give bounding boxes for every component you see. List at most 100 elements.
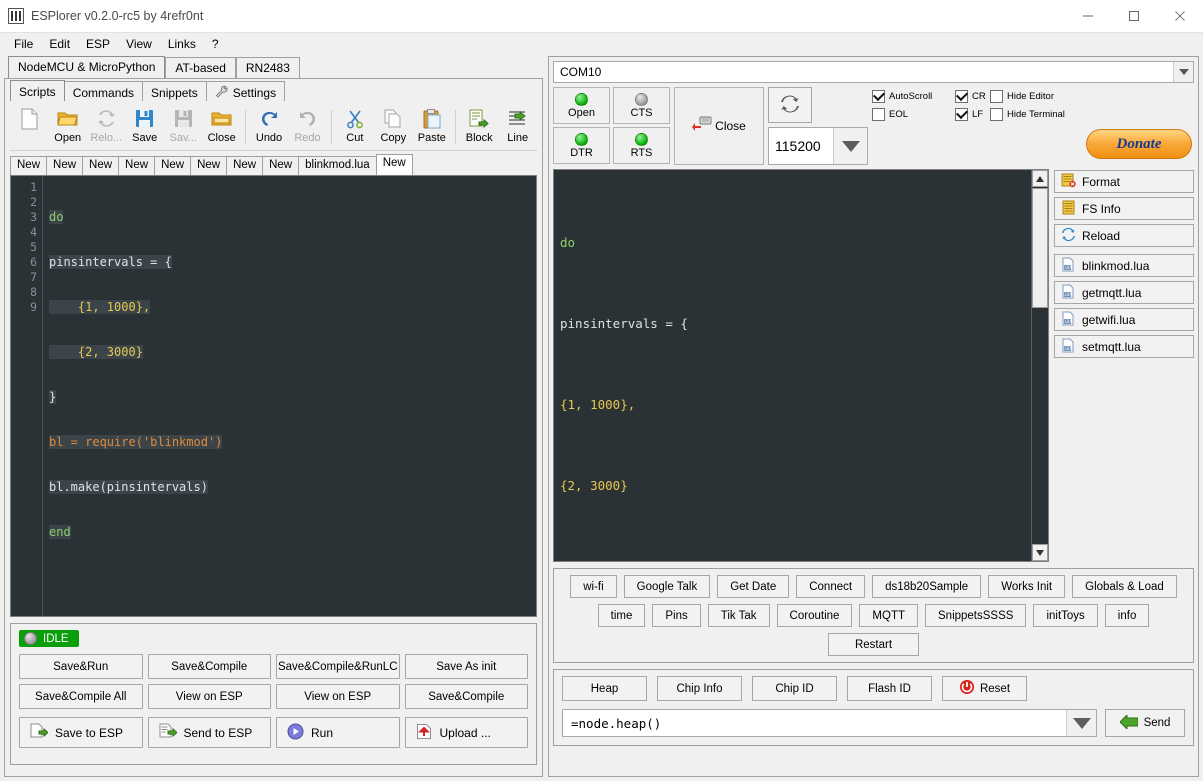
menu-view[interactable]: View <box>118 35 160 53</box>
chevron-down-icon[interactable] <box>1173 62 1193 82</box>
tab-rn2483[interactable]: RN2483 <box>235 57 300 78</box>
snippet-ds18b20sample[interactable]: ds18b20Sample <box>872 575 982 598</box>
script-tab-4[interactable]: New <box>118 156 156 175</box>
reset-button[interactable]: Reset <box>942 676 1027 701</box>
save-and-run-button[interactable]: Save&Run <box>19 654 143 679</box>
code-editor[interactable]: 1 2 3 4 5 6 7 8 9 do pinsintervals = { {… <box>10 175 537 617</box>
tab-settings[interactable]: Settings <box>205 81 286 101</box>
view-on-esp-button-1[interactable]: View on ESP <box>147 684 271 709</box>
cr-checkbox[interactable] <box>955 90 968 103</box>
snippet-inittoys[interactable]: initToys <box>1033 604 1098 627</box>
script-tab-blinkmod[interactable]: blinkmod.lua <box>298 156 377 175</box>
snippet-time[interactable]: time <box>597 604 646 627</box>
send-block-button[interactable]: Block <box>460 104 498 150</box>
open-button[interactable]: Open <box>48 104 86 150</box>
led-open[interactable]: Open <box>553 87 610 124</box>
baud-rate-select[interactable]: 115200 <box>768 127 868 165</box>
save-to-esp-button[interactable]: Save to ESP <box>19 717 143 748</box>
snippet-snippetssss[interactable]: SnippetsSSSS <box>925 604 1027 627</box>
scroll-up-icon[interactable] <box>1032 170 1048 187</box>
close-connection-button[interactable]: Close <box>674 87 764 165</box>
format-button[interactable]: Format <box>1054 170 1194 193</box>
lf-checkbox[interactable] <box>955 108 968 121</box>
save-as-button[interactable]: Sav... <box>164 104 202 150</box>
send-to-esp-button[interactable]: Send to ESP <box>147 717 271 748</box>
paste-button[interactable]: Paste <box>413 104 451 150</box>
tab-at-based[interactable]: AT-based <box>165 57 236 78</box>
hide-editor-checkbox[interactable] <box>990 90 1003 103</box>
copy-button[interactable]: Copy <box>374 104 412 150</box>
send-line-button[interactable]: Line <box>498 104 536 150</box>
cut-button[interactable]: Cut <box>336 104 374 150</box>
reload-button[interactable]: Relo... <box>87 104 125 150</box>
file-setmqtt-lua[interactable]: LUA setmqtt.lua <box>1054 335 1194 358</box>
tab-commands[interactable]: Commands <box>63 81 144 101</box>
refresh-ports-button[interactable] <box>768 87 812 123</box>
script-tab-new-active[interactable]: New <box>375 154 413 175</box>
view-on-esp-button-2[interactable]: View on ESP <box>276 684 400 709</box>
menu-file[interactable]: File <box>6 35 41 53</box>
hide-terminal-checkbox[interactable] <box>990 108 1003 121</box>
script-tab-7[interactable]: New <box>226 156 264 175</box>
led-dtr[interactable]: DTR <box>553 127 610 164</box>
script-tab-5[interactable]: New <box>154 156 192 175</box>
chip-id-button[interactable]: Chip ID <box>752 676 837 701</box>
tab-snippets[interactable]: Snippets <box>142 81 207 101</box>
snippet-pins[interactable]: Pins <box>652 604 701 627</box>
menu-help[interactable]: ? <box>204 35 227 53</box>
close-icon[interactable] <box>1157 0 1203 33</box>
snippet-get-date[interactable]: Get Date <box>717 575 790 598</box>
chevron-down-icon[interactable] <box>833 128 867 164</box>
tab-scripts[interactable]: Scripts <box>10 80 65 101</box>
save-as-init-button[interactable]: Save As init <box>404 654 528 679</box>
script-tab-1[interactable]: New <box>10 156 48 175</box>
chip-info-button[interactable]: Chip Info <box>657 676 742 701</box>
snippet-google-talk[interactable]: Google Talk <box>623 575 711 598</box>
snippet-wifi[interactable]: wi-fi <box>570 575 617 598</box>
snippet-connect[interactable]: Connect <box>796 575 866 598</box>
snippet-mqtt[interactable]: MQTT <box>859 604 918 627</box>
code-text[interactable]: do pinsintervals = { {1, 1000}, {2, 3000… <box>43 176 536 616</box>
save-compile-button-2[interactable]: Save&Compile <box>404 684 528 709</box>
script-tab-2[interactable]: New <box>46 156 84 175</box>
menu-esp[interactable]: ESP <box>78 35 118 53</box>
upload-button[interactable]: Upload ... <box>404 717 528 748</box>
scrollbar-thumb[interactable] <box>1032 188 1048 308</box>
tab-nodemcu-micropython[interactable]: NodeMCU & MicroPython <box>8 56 166 78</box>
script-tab-3[interactable]: New <box>82 156 120 175</box>
maximize-icon[interactable] <box>1111 0 1157 33</box>
flash-id-button[interactable]: Flash ID <box>847 676 932 701</box>
undo-button[interactable]: Undo <box>250 104 288 150</box>
autoscroll-checkbox[interactable] <box>872 90 885 103</box>
save-button[interactable]: Save <box>125 104 163 150</box>
eol-checkbox[interactable] <box>872 108 885 121</box>
scroll-down-icon[interactable] <box>1032 544 1048 561</box>
scrollbar-track[interactable] <box>1032 309 1048 544</box>
save-and-compile-button[interactable]: Save&Compile <box>147 654 271 679</box>
snippet-works-init[interactable]: Works Init <box>988 575 1066 598</box>
file-getmqtt-lua[interactable]: LUA getmqtt.lua <box>1054 281 1194 304</box>
run-button[interactable]: Run <box>276 717 400 748</box>
snippet-coroutine[interactable]: Coroutine <box>776 604 853 627</box>
com-port-select[interactable]: COM10 <box>553 61 1194 83</box>
redo-button[interactable]: Redo <box>288 104 326 150</box>
script-tab-8[interactable]: New <box>262 156 300 175</box>
reload-files-button[interactable]: Reload <box>1054 224 1194 247</box>
close-file-button[interactable]: Close <box>202 104 240 150</box>
minimize-icon[interactable] <box>1065 0 1111 33</box>
serial-terminal[interactable]: do pinsintervals = { {1, 1000}, {2, 3000… <box>553 169 1049 562</box>
menu-edit[interactable]: Edit <box>41 35 78 53</box>
led-cts[interactable]: CTS <box>613 87 670 124</box>
script-tab-6[interactable]: New <box>190 156 228 175</box>
chevron-down-icon[interactable] <box>1066 710 1096 736</box>
heap-button[interactable]: Heap <box>562 676 647 701</box>
snippet-info[interactable]: info <box>1104 604 1150 627</box>
save-compile-all-button[interactable]: Save&Compile All <box>19 684 143 709</box>
file-getwifi-lua[interactable]: LUA getwifi.lua <box>1054 308 1194 331</box>
donate-button[interactable]: Donate <box>1086 129 1192 159</box>
new-file-button[interactable] <box>10 104 48 150</box>
snippet-tik-tak[interactable]: Tik Tak <box>707 604 770 627</box>
send-command-button[interactable]: Send <box>1105 709 1185 737</box>
terminal-scrollbar[interactable] <box>1031 170 1048 561</box>
snippet-globals-and-load[interactable]: Globals & Load <box>1072 575 1177 598</box>
